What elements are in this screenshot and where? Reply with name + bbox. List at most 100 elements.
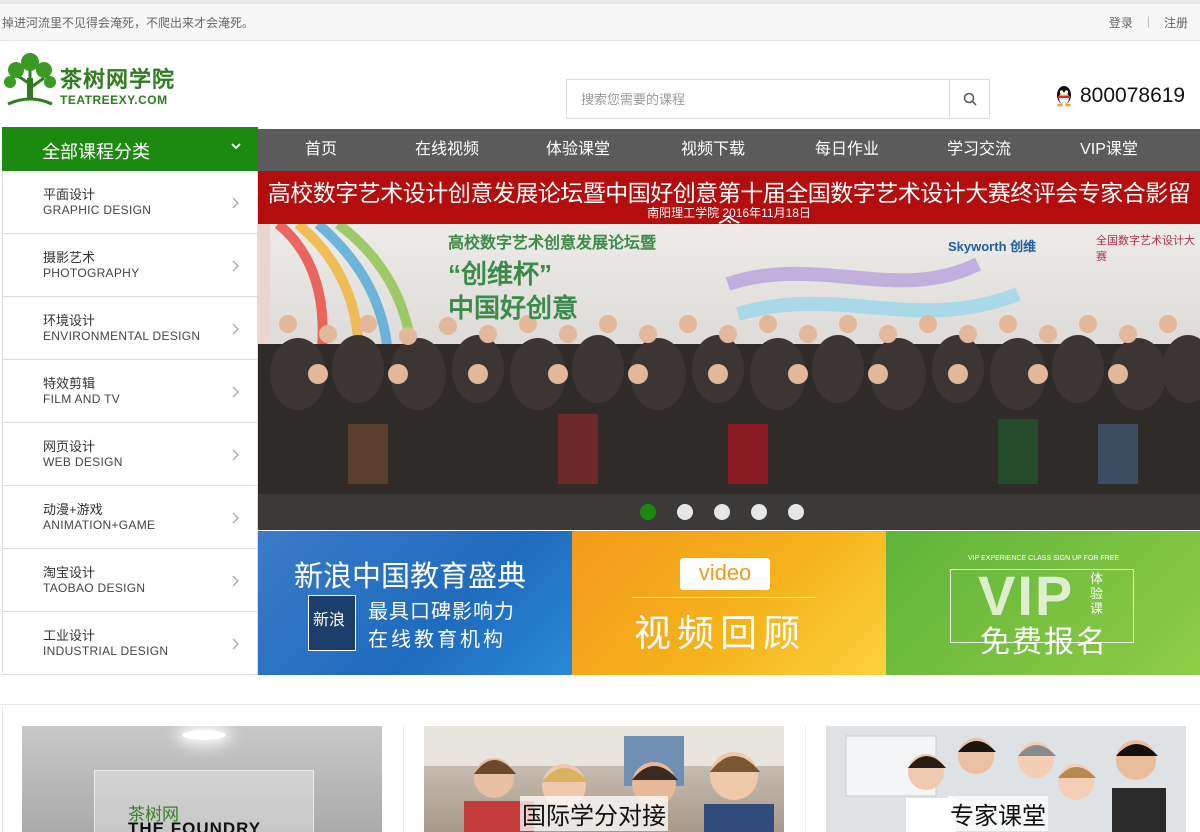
promo-sina-education[interactable]: 新浪中国教育盛典 新浪 最具口碑影响力 在线教育机构 [258,531,572,675]
card-separator [805,726,806,832]
top-bar: 掉进河流里不见得会淹死，不爬出来才会淹死。 登录 | 注册 [0,0,1200,41]
sina-logo-text: 新浪 [313,612,346,629]
category-name: 网页设计 [43,439,96,454]
top-strip [0,0,1200,4]
banner-photo-text: 高校数字艺术创意发展论坛暨 [448,235,657,252]
category-name: 动漫+游戏 [43,502,103,517]
slider-dot[interactable] [751,504,767,520]
nav-item-video-download[interactable]: 视频下载 [646,129,780,171]
site-name: 茶树网学院 [60,67,176,92]
category-item-film-and-tv[interactable]: 特效剪辑 FILM AND TV [3,360,257,423]
search-box [566,79,990,119]
chevron-right-icon [232,449,239,461]
section-divider [0,704,1200,705]
chevron-right-icon [232,386,239,398]
chevron-right-icon [232,260,239,272]
group-photo-image [258,224,1200,530]
search-icon [963,92,977,106]
search-button[interactable] [949,80,989,118]
main-nav: 首页 在线视频 体验课堂 视频下载 每日作业 学习交流 VIP课堂 [258,129,1200,171]
nav-item-home[interactable]: 首页 [258,129,384,171]
banner-title-bar: 高校数字艺术设计创意发展论坛暨中国好创意第十届全国数字艺术设计大赛终评会专家合影… [258,171,1200,240]
chevron-right-icon [232,638,239,650]
nav-item-vip-class[interactable]: VIP课堂 [1044,129,1174,171]
category-item-photography[interactable]: 摄影艺术 PHOTOGRAPHY [3,234,257,297]
nav-item-daily-homework[interactable]: 每日作业 [780,129,914,171]
site-domain: TEATREEXY.COM [60,93,168,107]
promo-vertical-text: 体验课 [1090,571,1104,616]
category-item-industrial-design[interactable]: 工业设计 INDUSTRIAL DESIGN [3,612,257,675]
chevron-right-icon [232,323,239,335]
category-header[interactable]: 全部课程分类 [2,127,258,171]
chevron-right-icon [232,512,239,524]
nav-item-study-exchange[interactable]: 学习交流 [914,129,1044,171]
qq-number: 800078619 [1080,84,1186,107]
category-header-label: 全部课程分类 [42,142,150,162]
section-border [2,706,3,832]
banner-photo-text: 中国好创意 [448,293,579,323]
login-link[interactable]: 登录 [1109,14,1133,31]
category-item-taobao-design[interactable]: 淘宝设计 TAOBAO DESIGN [3,549,257,612]
promo-line: 最具口碑影响力 [368,601,515,623]
slider-dot[interactable] [714,504,730,520]
tree-logo-icon [4,53,56,106]
category-name: 平面设计 [43,187,96,202]
card-expert-class[interactable]: 专家课堂 [826,726,1186,832]
category-item-web-design[interactable]: 网页设计 WEB DESIGN [3,423,257,486]
banner-photo-brand: 全国数字艺术设计大赛 [1096,235,1195,263]
slider-dot[interactable] [677,504,693,520]
site-logo[interactable]: 茶树网学院 TEATREEXY.COM [4,50,184,110]
promo-line: 在线教育机构 [368,629,506,651]
banner-photo-brand: Skyworth 创维 [948,239,1037,254]
card-caption: 国际学分对接 [520,796,668,831]
nav-item-trial-class[interactable]: 体验课堂 [510,129,646,171]
nav-item-online-video[interactable]: 在线视频 [384,129,510,171]
lamp-light [182,730,226,740]
promo-title: 免费报名 [980,626,1108,659]
category-item-graphic-design[interactable]: 平面设计 GRAPHIC DESIGN [3,171,257,234]
category-name: 环境设计 [43,313,96,328]
promo-title: 视频回顾 [634,613,806,654]
category-name-en: TAOBAO DESIGN [43,581,146,595]
site-motto: 掉进河流里不见得会淹死，不爬出来才会淹死。 [2,16,255,30]
category-item-environmental-design[interactable]: 环境设计 ENVIRONMENTAL DESIGN [3,297,257,360]
card-caption: 专家课堂 [948,796,1048,831]
category-item-animation-game[interactable]: 动漫+游戏 ANIMATION+GAME [3,486,257,549]
card-separator [403,726,404,832]
register-link[interactable]: 注册 [1164,14,1188,31]
sina-logo-icon: 新浪 [308,595,356,651]
slider-dot[interactable] [788,504,804,520]
qq-penguin-icon [1057,86,1071,107]
promo-title: 新浪中国教育盛典 [294,561,527,593]
category-name-en: ANIMATION+GAME [43,518,156,532]
promo-vip-signup[interactable]: VIP EXPERIENCE CLASS SIGN UP FOR FREE VI… [886,531,1200,675]
card-text: THE FOUNDRY [128,819,262,832]
chevron-right-icon [232,575,239,587]
category-name-en: ENVIRONMENTAL DESIGN [43,329,201,343]
promo-video-review[interactable]: video 视频回顾 [572,531,886,675]
category-list: 平面设计 GRAPHIC DESIGN 摄影艺术 PHOTOGRAPHY 环境设… [2,171,258,675]
slider-dot[interactable] [640,504,656,520]
card-the-foundry[interactable]: 茶树网 THE FOUNDRY [22,726,382,832]
category-name: 特效剪辑 [43,376,96,391]
category-name: 摄影艺术 [43,250,96,265]
category-name-en: FILM AND TV [43,392,121,406]
account-links: 登录 | 注册 [1109,14,1188,31]
banner-group-photo[interactable]: 高校数字艺术创意发展论坛暨 “创维杯” 中国好创意 Skyworth 创维 全国… [258,224,1200,530]
link-separator: | [1146,14,1150,28]
category-name: 工业设计 [43,628,96,643]
banner-subtitle: 南阳理工学院 2016年11月18日 [647,206,811,220]
slider-dots [640,504,804,520]
qq-contact[interactable]: 800078619 [1054,84,1185,108]
video-badge-text: video [698,560,752,585]
card-international-credits[interactable]: 国际学分对接 [424,726,784,832]
category-name-en: PHOTOGRAPHY [43,266,140,280]
divider [632,597,816,598]
category-name: 淘宝设计 [43,565,96,580]
search-input[interactable] [567,80,951,118]
banner-photo-text: “创维杯” [448,259,553,289]
chevron-down-icon [231,143,241,150]
promo-small-text: VIP EXPERIENCE CLASS SIGN UP FOR FREE [968,555,1120,562]
category-name-en: INDUSTRIAL DESIGN [43,644,169,658]
category-name-en: GRAPHIC DESIGN [43,203,152,217]
